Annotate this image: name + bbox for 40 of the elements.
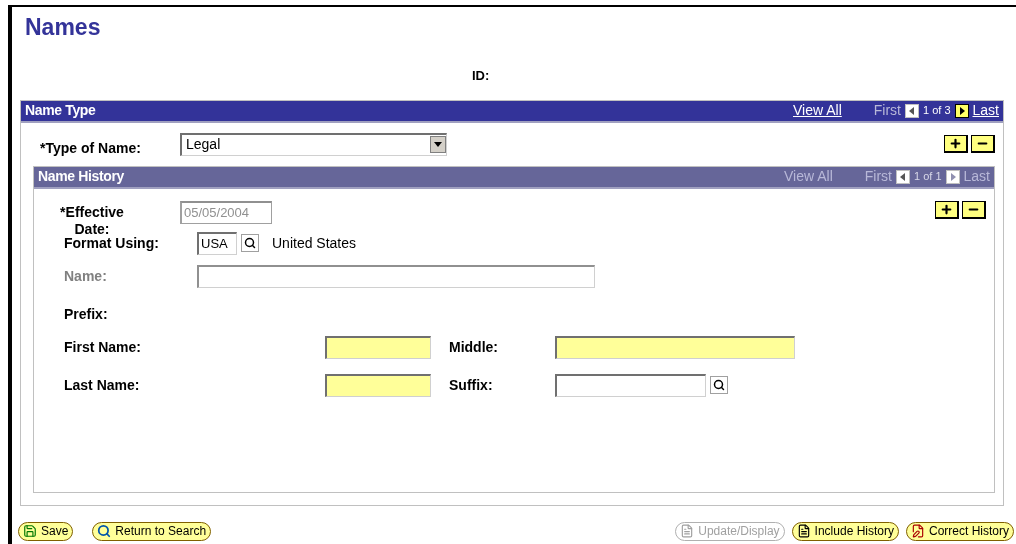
dropdown-field[interactable]: Legal: [180, 132, 447, 156]
input-field[interactable]: [325, 335, 431, 359]
input-field[interactable]: [325, 373, 431, 397]
pencil-document-icon: [911, 524, 925, 538]
delete-row-button[interactable]: [962, 200, 986, 219]
document-icon: [796, 524, 811, 538]
toolbar-button[interactable]: Include History: [791, 521, 899, 541]
id-label: ID:: [472, 67, 490, 85]
toolbar-button[interactable]: Correct History: [906, 521, 1014, 541]
toolbar-button[interactable]: Save: [18, 521, 74, 541]
search-icon: [97, 524, 112, 538]
page-title: Names: [25, 13, 101, 41]
toolbar-button[interactable]: Return to Search: [92, 521, 212, 541]
field-label: Prefix:: [64, 304, 108, 324]
input-field[interactable]: [555, 373, 706, 397]
field-label: Suffix:: [449, 375, 494, 395]
field-label: *Type of Name:: [40, 138, 142, 158]
page-count: 1 of 3: [923, 103, 951, 119]
add-row-button[interactable]: [935, 200, 959, 219]
last-link[interactable]: Last: [972, 100, 999, 121]
section-title: Name History: [38, 167, 125, 186]
add-row-button[interactable]: [944, 135, 968, 153]
field-label: Middle:: [449, 337, 499, 357]
search-icon[interactable]: [710, 376, 728, 394]
field-label: *Effective Date:: [59, 203, 125, 237]
page-count: 1 of 1: [914, 169, 942, 185]
plus-icon: [949, 137, 962, 150]
field-label: Name:: [64, 266, 108, 286]
country-description: United States: [272, 233, 357, 253]
document-icon: [680, 524, 695, 538]
section-title: Name Type: [25, 101, 96, 120]
search-icon[interactable]: [241, 234, 259, 252]
view-all-link[interactable]: View All: [793, 100, 842, 121]
plus-icon: [940, 202, 953, 216]
field-label: Format Using:: [64, 234, 160, 253]
delete-row-button[interactable]: [971, 135, 995, 153]
field-label: Last Name:: [64, 375, 141, 395]
field-label: First Name:: [64, 337, 143, 357]
input-field[interactable]: [555, 335, 795, 359]
input-field[interactable]: USA: [197, 231, 237, 255]
